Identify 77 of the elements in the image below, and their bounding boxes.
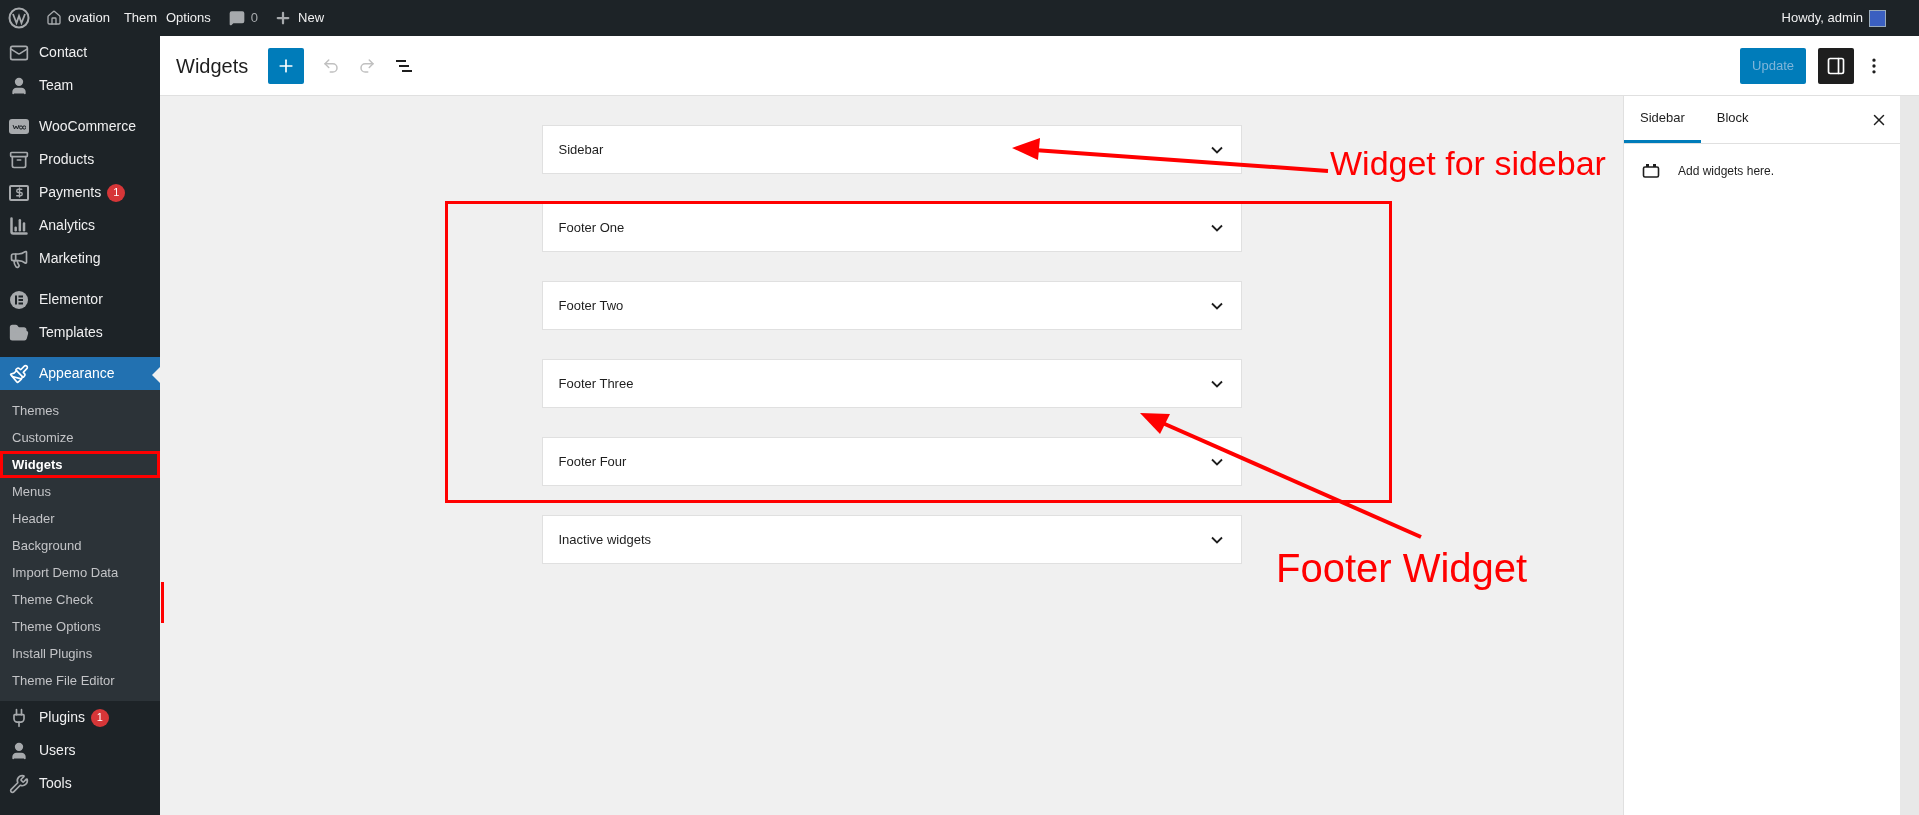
submenu-item[interactable]: Widgets	[0, 451, 160, 478]
panel-hint: Add widgets here.	[1678, 163, 1775, 180]
menu-item[interactable]: Elementor	[0, 283, 160, 316]
menu-item[interactable]: Team	[0, 69, 160, 102]
submenu-item[interactable]: Theme Options	[0, 613, 160, 640]
menu-item[interactable]: Plugins 1	[0, 701, 160, 734]
menu-item[interactable]: Templates	[0, 316, 160, 349]
submenu-item[interactable]: Themes	[0, 397, 160, 424]
new-link[interactable]: New	[298, 8, 325, 28]
menu-item[interactable]: Contact	[0, 36, 160, 69]
widget-area-panel[interactable]: Inactive widgets	[541, 515, 1242, 564]
widget-area-panel[interactable]: Sidebar	[541, 125, 1242, 174]
admin-bar-link[interactable]: Them	[123, 8, 158, 28]
settings-toggle-button[interactable]	[1818, 47, 1854, 84]
bar-chart-icon	[9, 215, 29, 236]
brush-icon	[9, 363, 29, 384]
widget-area-title: Sidebar	[558, 140, 604, 159]
site-name-link[interactable]: ovation	[68, 8, 110, 28]
widget-area-title: Footer Two	[558, 296, 624, 315]
home-icon[interactable]	[46, 10, 62, 26]
widget-area-panel[interactable]: Footer Four	[541, 437, 1242, 486]
megaphone-icon	[9, 248, 29, 269]
menu-item[interactable]: WooCommerce	[0, 110, 160, 143]
menu-item[interactable]: Marketing	[0, 242, 160, 275]
submenu-item[interactable]: Theme Check	[0, 586, 160, 613]
panel-icon	[1826, 55, 1846, 76]
submenu-item[interactable]: Customize	[0, 424, 160, 451]
menu-item[interactable]: Users	[0, 734, 160, 767]
widget-area-panel[interactable]: Footer Three	[541, 359, 1242, 408]
annotation-label: Footer Widget	[1276, 548, 1528, 588]
submenu-item[interactable]: Theme File Editor	[0, 667, 160, 694]
submenu-item[interactable]: Menus	[0, 478, 160, 505]
submenu-item[interactable]: Install Plugins	[0, 640, 160, 667]
e-circle-icon	[9, 289, 29, 310]
menu-item[interactable]: Appearance	[0, 357, 160, 390]
dollar-icon	[9, 184, 29, 201]
greeting-link[interactable]: Howdy, admin	[1781, 8, 1863, 28]
list-view-icon[interactable]	[394, 57, 415, 74]
count-badge: 1	[90, 708, 109, 727]
woo-icon	[9, 119, 29, 134]
widget-area-title: Inactive widgets	[558, 530, 651, 549]
submenu-item[interactable]: Import Demo Data	[0, 559, 160, 586]
chevron-icon	[1210, 145, 1223, 154]
widget-area-icon	[1642, 163, 1660, 179]
annotation-label: Widget for sidebar	[1330, 146, 1606, 180]
widget-area-title: Footer Four	[558, 452, 627, 471]
comment-icon[interactable]	[228, 10, 245, 26]
avatar-icon[interactable]	[1869, 9, 1886, 27]
box-icon	[9, 149, 29, 170]
chevron-icon	[1210, 301, 1223, 310]
menu-item[interactable]: Analytics	[0, 209, 160, 242]
widget-area-panel[interactable]: Footer One	[541, 203, 1242, 252]
marker-bar	[161, 582, 164, 623]
menu-item[interactable]: Products	[0, 143, 160, 176]
wordpress-logo-icon[interactable]	[8, 7, 30, 29]
menu-item[interactable]: Payments 1	[0, 176, 160, 209]
menu-item[interactable]: Tools	[0, 767, 160, 800]
chevron-icon	[1210, 457, 1223, 466]
widget-area-panel[interactable]: Footer Two	[541, 281, 1242, 330]
count-badge: 1	[107, 183, 126, 202]
person-icon	[9, 740, 29, 761]
widget-area-title: Footer One	[558, 218, 625, 237]
folder-icon	[9, 322, 29, 343]
widget-area-title: Footer Three	[558, 374, 634, 393]
add-block-button[interactable]	[268, 47, 305, 84]
submenu-item[interactable]: Header	[0, 505, 160, 532]
options-link[interactable]: Options	[166, 8, 211, 28]
chevron-icon	[1210, 535, 1223, 544]
page-title: Widgets	[176, 53, 249, 79]
chevron-icon	[1210, 223, 1223, 232]
submenu-item[interactable]: Background	[0, 532, 160, 559]
comment-count[interactable]: 0	[250, 8, 259, 28]
panel-tab[interactable]: Block	[1700, 96, 1765, 143]
wrench-icon	[9, 773, 29, 794]
person-icon	[9, 75, 29, 96]
chevron-icon	[1210, 379, 1223, 388]
panel-tab[interactable]: Sidebar	[1624, 96, 1701, 143]
